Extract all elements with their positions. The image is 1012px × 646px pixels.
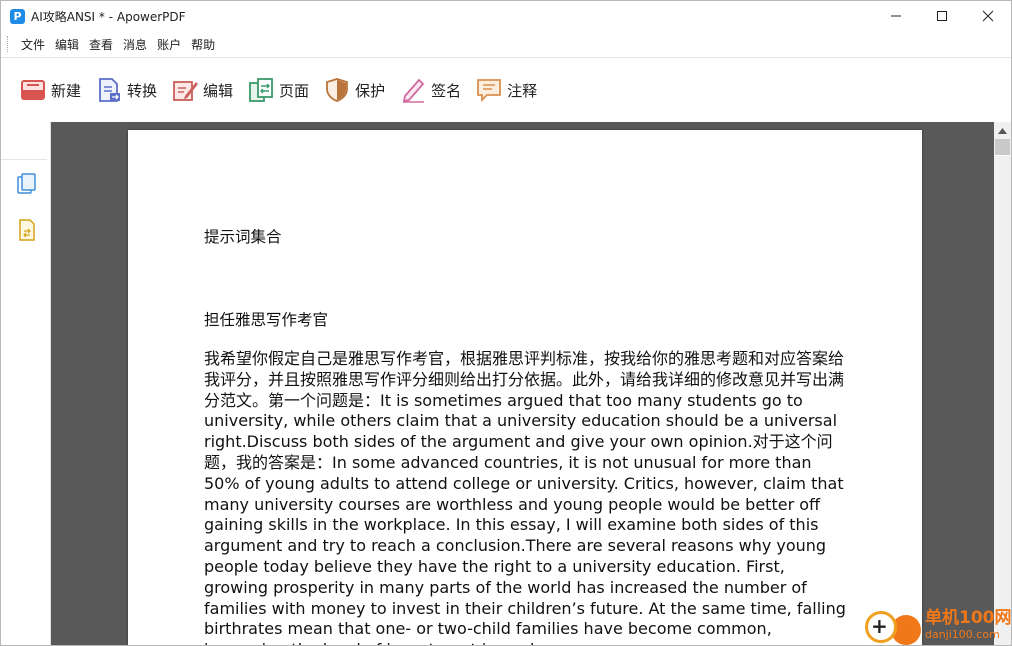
menu-file[interactable]: 文件 [17, 36, 49, 53]
pages-icon [246, 75, 276, 105]
thumbnails-icon[interactable] [15, 172, 39, 196]
document-subheading: 担任雅思写作考官 [204, 311, 329, 329]
site-watermark: + 单机100网 danji100.com [863, 603, 1012, 645]
new-document-icon [18, 75, 48, 105]
sign-button[interactable]: 签名 [398, 70, 461, 110]
watermark-plus-icon: + [871, 614, 888, 638]
document-body-text: 我希望你假定自己是雅思写作考官，根据雅思评判标准，按我给你的雅思考题和对应答案给… [204, 349, 846, 645]
left-sidebar [1, 122, 51, 645]
new-button[interactable]: 新建 [18, 70, 81, 110]
title-bar: P AI攻略ANSI * - ApowerPDF [1, 1, 1011, 31]
window-title: AI攻略ANSI * - ApowerPDF [31, 9, 186, 24]
close-icon [982, 10, 994, 22]
convert-button[interactable]: 转换 [94, 70, 157, 110]
shield-icon [322, 75, 352, 105]
chevron-up-icon [998, 127, 1007, 134]
document-viewer[interactable]: 提示词集合 担任雅思写作考官 我希望你假定自己是雅思写作考官，根据雅思评判标准，… [51, 122, 994, 645]
edit-icon [170, 75, 200, 105]
watermark-text: 单机100网 danji100.com [925, 608, 1012, 642]
window-controls [873, 1, 1011, 31]
app-window: P AI攻略ANSI * - ApowerPDF 文件 编辑 查看 消息 账户 … [0, 0, 1012, 646]
sign-label: 签名 [431, 81, 462, 100]
menu-bar: 文件 编辑 查看 消息 账户 帮助 [1, 31, 1011, 57]
minimize-button[interactable] [873, 1, 919, 31]
watermark-title: 单机100网 [925, 608, 1012, 628]
vertical-scrollbar[interactable] [994, 122, 1011, 645]
comment-icon [474, 75, 504, 105]
new-label: 新建 [51, 81, 82, 100]
document-heading: 提示词集合 [204, 228, 282, 246]
menu-edit[interactable]: 编辑 [51, 36, 83, 53]
comment-label: 注释 [507, 81, 538, 100]
attachments-icon[interactable] [15, 218, 39, 242]
watermark-url: danji100.com [925, 628, 1000, 641]
close-button[interactable] [965, 1, 1011, 31]
maximize-icon [937, 11, 947, 21]
comment-button[interactable]: 注释 [474, 70, 537, 110]
apowerpdf-app-icon: P [10, 8, 25, 24]
edit-button[interactable]: 编辑 [170, 70, 233, 110]
menu-help[interactable]: 帮助 [187, 36, 219, 53]
sidebar-divider [1, 159, 47, 160]
menu-grip [7, 36, 9, 52]
menu-messages[interactable]: 消息 [119, 36, 151, 53]
convert-icon [94, 75, 124, 105]
signature-icon [398, 75, 428, 105]
watermark-logo: + [863, 603, 927, 645]
pages-label: 页面 [279, 81, 310, 100]
protect-button[interactable]: 保护 [322, 70, 385, 110]
menu-view[interactable]: 查看 [85, 36, 117, 53]
menu-account[interactable]: 账户 [153, 36, 185, 53]
scroll-thumb[interactable] [995, 139, 1010, 156]
scroll-up-arrow[interactable] [994, 122, 1011, 139]
maximize-button[interactable] [919, 1, 965, 31]
main-toolbar: 新建 转换 编辑 页面 保护 签名 注释 [1, 57, 1011, 122]
edit-label: 编辑 [203, 81, 234, 100]
convert-label: 转换 [127, 81, 158, 100]
pdf-page[interactable]: 提示词集合 担任雅思写作考官 我希望你假定自己是雅思写作考官，根据雅思评判标准，… [128, 130, 922, 645]
protect-label: 保护 [355, 81, 386, 100]
pages-button[interactable]: 页面 [246, 70, 309, 110]
minimize-icon [891, 15, 901, 17]
